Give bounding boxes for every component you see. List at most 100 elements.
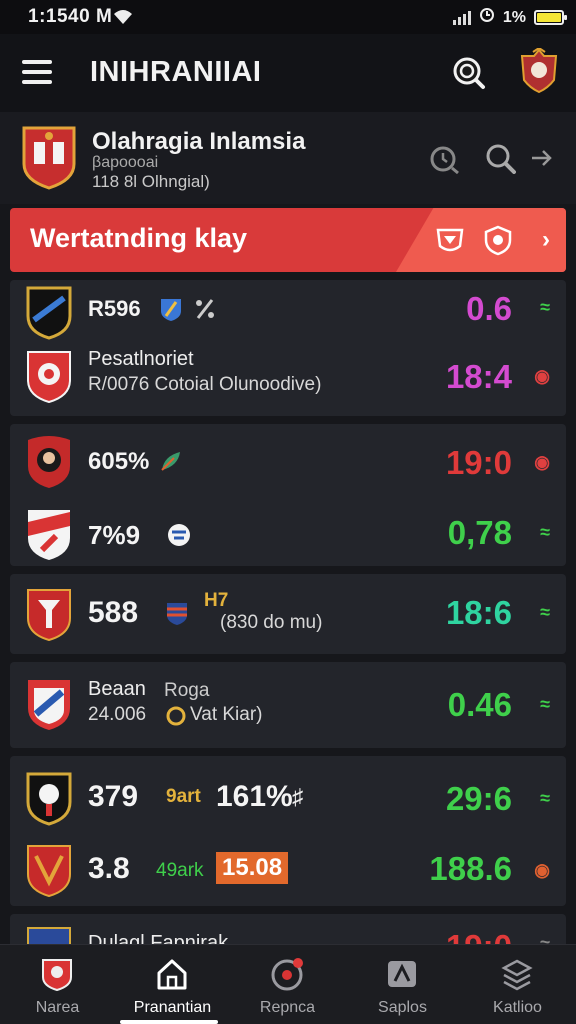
percent-icon [192, 296, 218, 322]
match-score: R596 [88, 296, 141, 321]
match-detail: (830 do mu) [220, 612, 323, 633]
record-icon[interactable]: ◉ [534, 860, 550, 881]
active-tab-indicator [120, 1020, 218, 1024]
menu-icon[interactable] [22, 60, 52, 84]
ball-icon [270, 957, 304, 991]
trend-icon[interactable]: ≈ [540, 522, 550, 543]
match-odds: 0,78 [447, 514, 512, 551]
match-row[interactable]: 379 9art 161% ♯ 29:6 ≈ [10, 768, 566, 828]
battery-percent: 1% [502, 8, 526, 26]
signal-icon [452, 10, 471, 25]
match-odds: 19:0 [445, 444, 512, 481]
match-card[interactable]: 379 9art 161% ♯ 29:6 ≈ 3.8 49ark 15.08 1… [10, 756, 566, 906]
nav-label: Repnca [259, 999, 316, 1016]
arrow-right-icon[interactable] [530, 142, 562, 174]
bottom-nav: Narea Pranantian Repnca Saplos Katlioo [0, 944, 576, 1024]
nav-item-narea[interactable]: Narea [0, 945, 115, 1024]
alarm-icon [479, 7, 495, 28]
match-row[interactable]: Beaan Roga 24.006 Vat Kiar) 0.46 ≈ [10, 674, 566, 734]
match-row[interactable]: 7%9 0,78 ≈ [10, 498, 566, 560]
match-score: 7%9 [88, 520, 141, 550]
status-bar: 1:1540 М 1% [0, 0, 576, 34]
crest-icon [40, 957, 74, 992]
nav-label: Saplos [378, 999, 427, 1016]
team-crest-icon [24, 586, 74, 642]
team-header: Olahragia Inlamsia βароооаі 118 8l Olhng… [0, 112, 576, 204]
team-crest-icon [24, 434, 74, 490]
match-odds: 29:6 [445, 780, 512, 817]
match-score: 605% [88, 448, 150, 475]
match-score: 379 [88, 780, 139, 813]
stopwatch-icon[interactable] [428, 142, 460, 175]
match-row[interactable]: 3.8 49ark 15.08 188.6 ◉ [10, 840, 566, 900]
match-row[interactable]: 588 H7 (830 do mu) 18:6 ≈ [10, 584, 566, 644]
hash-icon: ♯ [292, 784, 303, 809]
match-odds: 18:4 [445, 358, 512, 395]
match-odds: 188.6 [429, 850, 512, 887]
saples-icon [385, 957, 419, 991]
team-crest-icon [24, 506, 74, 562]
stack-icon [500, 957, 534, 991]
home-icon [155, 957, 189, 991]
match-tag: Roga [164, 680, 210, 701]
match-card[interactable]: 588 H7 (830 do mu) 18:6 ≈ [10, 574, 566, 654]
match-card[interactable]: R596 0.6 ≈ Pesatlnoriet R/0076 Cotoial O… [10, 280, 566, 416]
team-crest-icon [24, 676, 74, 732]
live-title: Wertatnding klay [30, 223, 248, 253]
team-crest-icon [24, 284, 74, 340]
nav-item-saplos[interactable]: Saplos [345, 945, 460, 1024]
team-name: Pesatlnoriet [88, 348, 194, 370]
team-crest-icon [24, 348, 74, 404]
nav-label: Pranantian [133, 999, 212, 1016]
nav-label: Narea [35, 999, 80, 1016]
chevron-right-icon[interactable]: › [542, 226, 550, 254]
club-crest-icon[interactable] [518, 46, 560, 94]
ball-icon [166, 522, 192, 548]
team-crest-icon [20, 124, 78, 190]
trend-icon[interactable]: ≈ [540, 788, 550, 809]
search-icon[interactable] [484, 142, 516, 174]
team-subtitle: βароооаі [92, 154, 159, 171]
match-card[interactable]: 605% 19:0 ◉ 7%9 0,78 ≈ [10, 424, 566, 566]
match-tag: 49ark [156, 860, 204, 881]
match-row[interactable]: 605% 19:0 ◉ [10, 428, 566, 488]
match-card[interactable]: Beaan Roga 24.006 Vat Kiar) 0.46 ≈ [10, 662, 566, 748]
team-name: Olahragia Inlamsia [92, 128, 306, 155]
nav-item-repnca[interactable]: Repnca [230, 945, 345, 1024]
flag-icon [158, 296, 184, 322]
nav-item-katlioo[interactable]: Katlioo [460, 945, 575, 1024]
match-detail: R/0076 Cotoial Olunoodive) [88, 374, 322, 395]
battery-icon [534, 10, 567, 25]
team-meta: 118 8l Olhngial) [92, 172, 210, 191]
match-odds: 0.6 [466, 290, 512, 327]
nav-label: Katlioo [493, 999, 542, 1016]
wifi-icon [112, 7, 134, 30]
trend-icon[interactable]: ≈ [540, 602, 550, 623]
match-odds: 18:6 [445, 594, 512, 631]
record-icon[interactable]: ◉ [534, 452, 550, 473]
match-score: 3.8 [88, 852, 130, 885]
flag-icon [164, 600, 190, 626]
coin-icon [166, 706, 186, 726]
trend-icon[interactable]: ≈ [540, 694, 550, 715]
match-score: 588 [88, 596, 139, 629]
match-tag: 9art [166, 786, 201, 807]
match-detail: Vat Kiar) [190, 704, 263, 725]
match-row[interactable]: Pesatlnoriet R/0076 Cotoial Olunoodive) … [10, 346, 566, 406]
match-odds: 0.46 [447, 686, 512, 723]
team-crest-icon [24, 842, 74, 898]
shield-icon[interactable] [482, 224, 514, 256]
highlight-badge: 15.08 [216, 852, 289, 884]
app-bar: INIHRANIIAI [0, 34, 576, 112]
match-percent: 161% [216, 780, 293, 813]
status-right: 1% [452, 7, 567, 28]
badge-icon[interactable] [434, 224, 466, 256]
match-row[interactable]: R596 0.6 ≈ [10, 280, 566, 340]
live-matches-banner[interactable]: Wertatnding klay › [10, 208, 566, 272]
nav-item-pranantian[interactable]: Pranantian [115, 945, 230, 1024]
trend-icon[interactable]: ≈ [540, 297, 550, 318]
record-icon[interactable]: ◉ [534, 366, 550, 387]
search-icon[interactable] [450, 54, 486, 90]
feather-icon [158, 448, 184, 474]
team-name: Beaan [88, 678, 146, 700]
